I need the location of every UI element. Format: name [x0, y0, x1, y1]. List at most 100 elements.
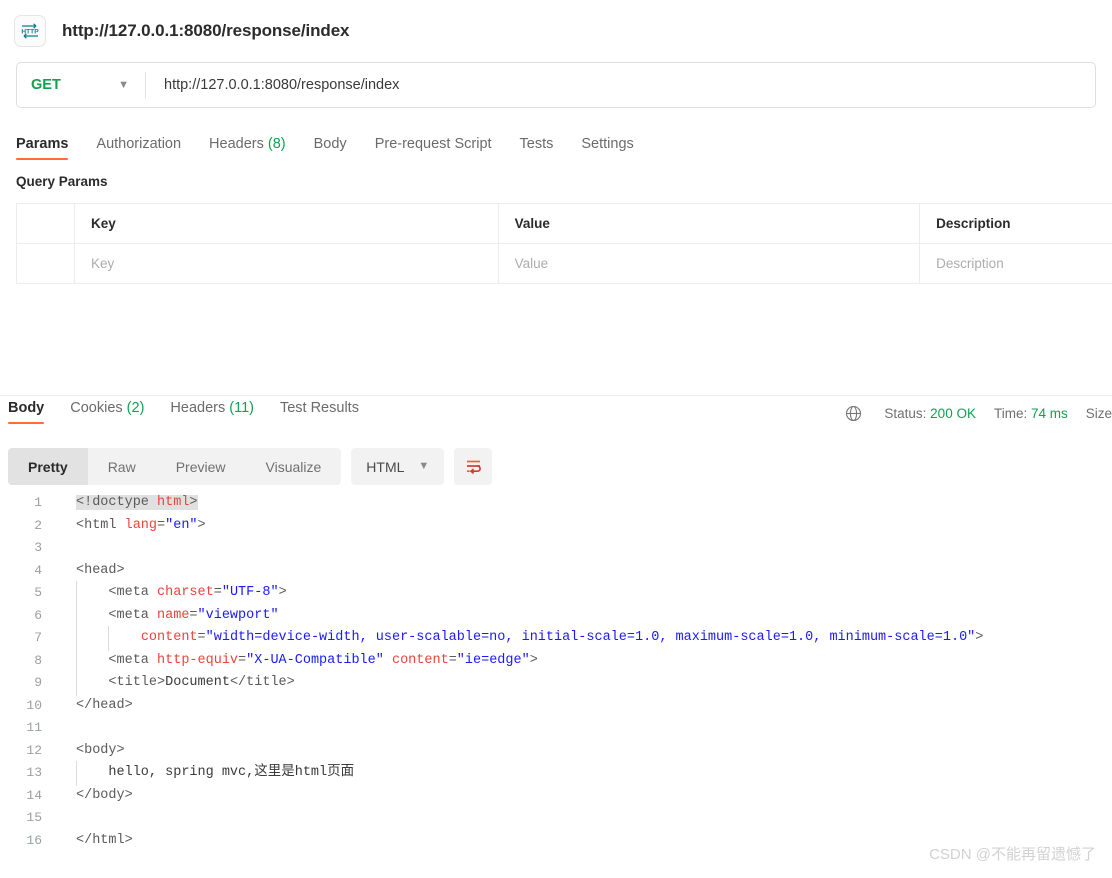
status-badge[interactable]: Status: 200 OK	[884, 406, 976, 421]
select-all-checkbox-cell[interactable]	[17, 204, 75, 243]
code-token: =	[197, 630, 206, 645]
tab-pre-request-script[interactable]: Pre-request Script	[375, 136, 506, 160]
view-mode-visualize[interactable]: Visualize	[246, 448, 342, 485]
code-line: 4 <head>	[0, 560, 1112, 583]
code-line-text: <body>	[56, 740, 1112, 763]
response-status-bar: Status: 200 OK Time: 74 ms Size	[845, 405, 1112, 422]
size-badge[interactable]: Size	[1086, 406, 1112, 421]
tab-label: Params	[16, 136, 69, 152]
tab-label: Pre-request Script	[374, 136, 492, 152]
indent-guide	[108, 626, 109, 651]
response-tab-headers[interactable]: Headers (11)	[170, 400, 254, 424]
indent-guide	[76, 761, 77, 786]
query-params-table: Key Value Description Key Value Descript…	[16, 203, 1112, 284]
code-line-text: </head>	[56, 695, 1112, 718]
table-row[interactable]: Key Value Description	[17, 244, 1112, 284]
time-badge[interactable]: Time: 74 ms	[994, 406, 1068, 421]
method-selector[interactable]: GET ▼	[17, 63, 145, 107]
language-label: HTML	[366, 458, 405, 475]
line-number: 8	[34, 652, 42, 668]
line-number: 9	[34, 675, 42, 690]
line-number: 15	[26, 810, 42, 825]
code-token: <title>	[76, 675, 166, 690]
status-label: Status:	[884, 406, 927, 421]
status-value: 200 OK	[930, 406, 976, 421]
request-tabs: Params Authorization Headers (8) Body Pr…	[0, 126, 1112, 160]
code-token: >	[278, 585, 287, 600]
code-token: lang	[124, 517, 158, 533]
response-body-code[interactable]: 1 <!doctype html> 2 <html lang="en"> 3 4 <head…	[0, 492, 1112, 852]
svg-text:HTTP: HTTP	[21, 28, 39, 35]
indent-guide	[76, 603, 77, 628]
response-tab-body[interactable]: Body	[8, 400, 45, 424]
line-number: 16	[26, 832, 42, 848]
tab-settings[interactable]: Settings	[581, 136, 647, 160]
code-token: hello, spring mvc,这里是html页面	[76, 765, 355, 780]
url-input[interactable]: http://127.0.0.1:8080/response/index	[146, 77, 399, 93]
view-mode-preview[interactable]: Preview	[156, 448, 246, 485]
code-line: 15	[0, 807, 1112, 830]
line-number: 12	[26, 742, 42, 758]
code-line-text	[56, 537, 1112, 560]
column-header-value: Value	[499, 204, 921, 243]
chevron-down-icon: ▼	[118, 78, 129, 91]
view-mode-raw[interactable]: Raw	[88, 448, 156, 485]
line-number: 14	[26, 787, 42, 803]
code-token: =	[238, 652, 247, 668]
response-tab-cookies[interactable]: Cookies (2)	[70, 400, 144, 424]
request-url-bar[interactable]: GET ▼ http://127.0.0.1:8080/response/ind…	[16, 62, 1096, 108]
column-header-description: Description	[936, 216, 1011, 231]
code-token: <!doctype	[76, 495, 158, 510]
tab-count: (11)	[229, 400, 254, 416]
language-selector[interactable]: HTML ▼	[351, 448, 445, 485]
postman-window: HTTP http://127.0.0.1:8080/response/inde…	[0, 0, 1112, 878]
response-tab-test-results[interactable]: Test Results	[280, 400, 359, 424]
chevron-down-icon: ▼	[418, 460, 430, 472]
code-token: </body>	[76, 787, 133, 803]
code-token: "ie=edge"	[456, 652, 530, 668]
tab-body[interactable]: Body	[314, 136, 361, 160]
code-token: >	[529, 652, 538, 668]
code-line-text: <head>	[56, 560, 1112, 583]
tab-params[interactable]: Params	[16, 136, 82, 160]
code-line-text: <!doctype html>	[56, 492, 1112, 515]
code-line-text: <title>Document</title>	[56, 671, 1112, 696]
indent-guide	[76, 671, 77, 696]
time-value: 74 ms	[1030, 406, 1068, 421]
code-line: 3	[0, 537, 1112, 560]
code-token: content	[140, 630, 198, 645]
tab-label: Authorization	[96, 136, 182, 152]
page-title: http://127.0.0.1:8080/response/index	[62, 21, 350, 40]
code-token: =	[189, 607, 198, 623]
code-token: content	[391, 652, 449, 668]
tab-label: Headers	[209, 136, 264, 152]
value-input[interactable]: Value	[499, 244, 921, 283]
tab-label: Body	[313, 136, 347, 152]
code-token: "UTF-8"	[221, 585, 279, 600]
http-icon: HTTP	[14, 15, 46, 47]
code-token: "en"	[165, 517, 198, 533]
watermark: CSDN @不能再留遗憾了	[929, 846, 1096, 863]
key-input[interactable]: Key	[75, 244, 499, 283]
tab-authorization[interactable]: Authorization	[96, 136, 195, 160]
code-token: "width=device-width, user-scalable=no, i…	[205, 630, 976, 645]
tab-tests[interactable]: Tests	[520, 136, 568, 160]
line-number: 7	[34, 630, 42, 645]
tab-headers[interactable]: Headers (8)	[209, 136, 300, 160]
tab-label: Tests	[519, 136, 554, 152]
tab-label: Cookies	[70, 400, 123, 416]
tab-count: (2)	[126, 400, 145, 416]
row-checkbox-cell[interactable]	[17, 244, 75, 283]
globe-icon	[845, 405, 862, 422]
description-input[interactable]: Description	[920, 244, 1112, 283]
code-token: >	[975, 630, 984, 645]
view-mode-pretty[interactable]: Pretty	[8, 448, 88, 485]
line-number: 6	[34, 607, 42, 623]
code-line-text	[56, 717, 1112, 740]
code-token: <meta	[76, 652, 158, 668]
code-line-text: </body>	[56, 785, 1112, 808]
tab-count: (8)	[267, 136, 286, 152]
code-token: >	[197, 517, 206, 533]
word-wrap-icon[interactable]	[454, 448, 493, 485]
line-number: 4	[34, 562, 42, 578]
